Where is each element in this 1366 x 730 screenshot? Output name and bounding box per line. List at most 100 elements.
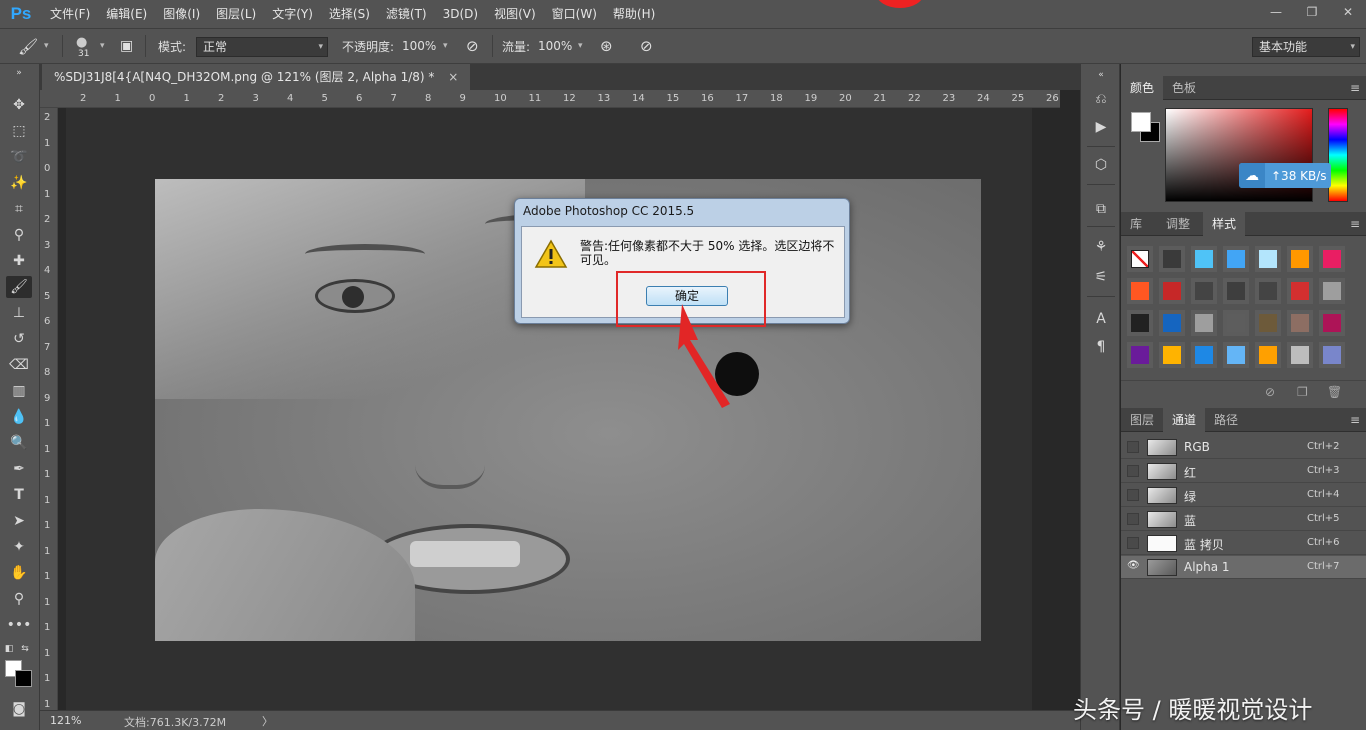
style-preset[interactable]: [1287, 278, 1313, 304]
visibility-eye-icon[interactable]: [1127, 513, 1139, 525]
brush-picker-dropdown-icon[interactable]: ▾: [100, 29, 105, 63]
close-button[interactable]: ✕: [1330, 0, 1366, 24]
quick-selection-tool-icon[interactable]: ✨: [6, 172, 32, 194]
menu-item[interactable]: 视图(V): [486, 0, 544, 28]
trash-icon[interactable]: 🗑: [1327, 385, 1342, 399]
panel-menu-icon[interactable]: ≡: [1350, 217, 1360, 231]
toolbar-collapse-icon[interactable]: »: [6, 68, 32, 78]
menu-item[interactable]: 编辑(E): [98, 0, 155, 28]
style-preset[interactable]: [1159, 246, 1185, 272]
minimize-button[interactable]: —: [1258, 0, 1294, 24]
history-panel-icon[interactable]: ⎌: [1090, 88, 1112, 110]
channel-row[interactable]: 蓝 拷贝 Ctrl+6: [1121, 532, 1366, 555]
paragraph-panel-icon[interactable]: ¶: [1090, 336, 1112, 358]
character-panel-icon[interactable]: A: [1090, 308, 1112, 330]
clone-stamp-tool-icon[interactable]: ⊥: [6, 302, 32, 324]
panel-collapse-icon[interactable]: «: [1090, 64, 1112, 86]
channel-row[interactable]: RGB Ctrl+2: [1121, 436, 1366, 459]
brush-tool-icon[interactable]: 🖌: [18, 29, 38, 63]
history-brush-tool-icon[interactable]: ↺: [6, 328, 32, 350]
style-preset[interactable]: [1223, 278, 1249, 304]
style-preset[interactable]: [1223, 342, 1249, 368]
foreground-color-swatch[interactable]: [1131, 112, 1151, 132]
gradient-tool-icon[interactable]: ▥: [6, 380, 32, 402]
healing-brush-tool-icon[interactable]: ✚: [6, 250, 32, 272]
style-preset[interactable]: [1223, 246, 1249, 272]
style-preset[interactable]: [1127, 342, 1153, 368]
style-preset[interactable]: [1159, 278, 1185, 304]
close-tab-icon[interactable]: ×: [448, 70, 458, 84]
tab-swatches[interactable]: 色板: [1163, 76, 1205, 100]
channel-row[interactable]: 红 Ctrl+3: [1121, 460, 1366, 483]
style-preset[interactable]: [1287, 246, 1313, 272]
visibility-eye-icon[interactable]: [1127, 465, 1139, 477]
style-preset[interactable]: [1287, 342, 1313, 368]
eraser-tool-icon[interactable]: ⌫: [6, 354, 32, 376]
hand-tool-icon[interactable]: ✋: [6, 562, 32, 584]
tab-color[interactable]: 颜色: [1121, 76, 1164, 100]
visibility-eye-icon[interactable]: [1127, 441, 1139, 453]
horizontal-ruler[interactable]: 2 1 0 1 2 3 4 5 6 7 8 9 10 11 12 13 14 15 16 17 18 19 20 21 22 23…: [40, 90, 1060, 108]
style-preset[interactable]: [1255, 310, 1281, 336]
visibility-eye-icon[interactable]: [1127, 489, 1139, 501]
menu-item[interactable]: 文字(Y): [264, 0, 321, 28]
clear-style-icon[interactable]: ⊘: [1265, 385, 1275, 399]
eyedropper-tool-icon[interactable]: ⚲: [6, 224, 32, 246]
workspace-select[interactable]: 基本功能 ▾: [1252, 37, 1360, 57]
tab-channels[interactable]: 通道: [1163, 408, 1206, 432]
style-preset[interactable]: [1127, 310, 1153, 336]
pressure-size-icon[interactable]: ⊘: [640, 29, 653, 63]
dodge-tool-icon[interactable]: 🔍: [6, 432, 32, 454]
properties-panel-icon[interactable]: ⧉: [1090, 198, 1112, 220]
document-tab[interactable]: %SDJ31J8[4{A[N4Q_DH32OM.png @ 121% (图层 2…: [42, 64, 471, 90]
zoom-level[interactable]: 121%: [50, 714, 81, 727]
swap-colors-icon[interactable]: ⇆: [18, 638, 32, 660]
menu-item[interactable]: 选择(S): [321, 0, 378, 28]
menu-item[interactable]: 文件(F): [42, 0, 98, 28]
visibility-eye-icon[interactable]: 👁: [1127, 561, 1140, 573]
menu-item[interactable]: 帮助(H): [605, 0, 663, 28]
panel-menu-icon[interactable]: ≡: [1350, 413, 1360, 427]
style-preset[interactable]: [1255, 342, 1281, 368]
mode-select[interactable]: 正常 ▾: [196, 37, 328, 57]
style-preset[interactable]: [1159, 310, 1185, 336]
hue-slider[interactable]: [1328, 108, 1348, 202]
shape-tool-icon[interactable]: ✦: [6, 536, 32, 558]
channel-row[interactable]: 👁 Alpha 1 Ctrl+7: [1121, 556, 1366, 579]
crop-tool-icon[interactable]: ⌗: [6, 198, 32, 220]
style-preset[interactable]: [1191, 278, 1217, 304]
tool-preset-dropdown-icon[interactable]: ▾: [44, 29, 49, 63]
tab-libraries[interactable]: 库: [1121, 212, 1151, 236]
style-preset[interactable]: [1191, 310, 1217, 336]
visibility-eye-icon[interactable]: [1127, 537, 1139, 549]
style-preset[interactable]: [1191, 342, 1217, 368]
channel-row[interactable]: 蓝 Ctrl+5: [1121, 508, 1366, 531]
3d-panel-icon[interactable]: ⬡: [1090, 154, 1112, 176]
blur-tool-icon[interactable]: 💧: [6, 406, 32, 428]
path-selection-tool-icon[interactable]: ➤: [6, 510, 32, 532]
background-color-swatch[interactable]: [15, 670, 32, 687]
type-tool-icon[interactable]: T: [6, 484, 32, 506]
tab-paths[interactable]: 路径: [1205, 408, 1247, 432]
pressure-opacity-icon[interactable]: ⊘: [466, 29, 479, 63]
menu-item[interactable]: 图像(I): [155, 0, 208, 28]
menu-item[interactable]: 窗口(W): [544, 0, 605, 28]
brush-presets-icon[interactable]: ⚟: [1090, 266, 1112, 288]
opacity-value[interactable]: 100%: [402, 29, 436, 63]
style-preset[interactable]: [1287, 310, 1313, 336]
style-preset[interactable]: [1127, 246, 1153, 272]
menu-item[interactable]: 图层(L): [208, 0, 264, 28]
vertical-ruler[interactable]: 2 1 0 1 2 3 4 5 6 7 8 9 1 1 1 1 1 1 1 1 1 1 1 1: [40, 108, 58, 710]
style-preset[interactable]: [1191, 246, 1217, 272]
style-preset[interactable]: [1159, 342, 1185, 368]
menu-item[interactable]: 3D(D): [435, 0, 486, 28]
move-tool-icon[interactable]: ✥: [6, 94, 32, 116]
restore-button[interactable]: ❐: [1294, 0, 1330, 24]
new-style-icon[interactable]: ❐: [1297, 385, 1308, 399]
style-preset[interactable]: [1319, 342, 1345, 368]
style-preset[interactable]: [1255, 246, 1281, 272]
tab-styles[interactable]: 样式: [1203, 212, 1246, 236]
style-preset[interactable]: [1319, 278, 1345, 304]
channel-row[interactable]: 绿 Ctrl+4: [1121, 484, 1366, 507]
flow-value[interactable]: 100%: [538, 29, 572, 63]
